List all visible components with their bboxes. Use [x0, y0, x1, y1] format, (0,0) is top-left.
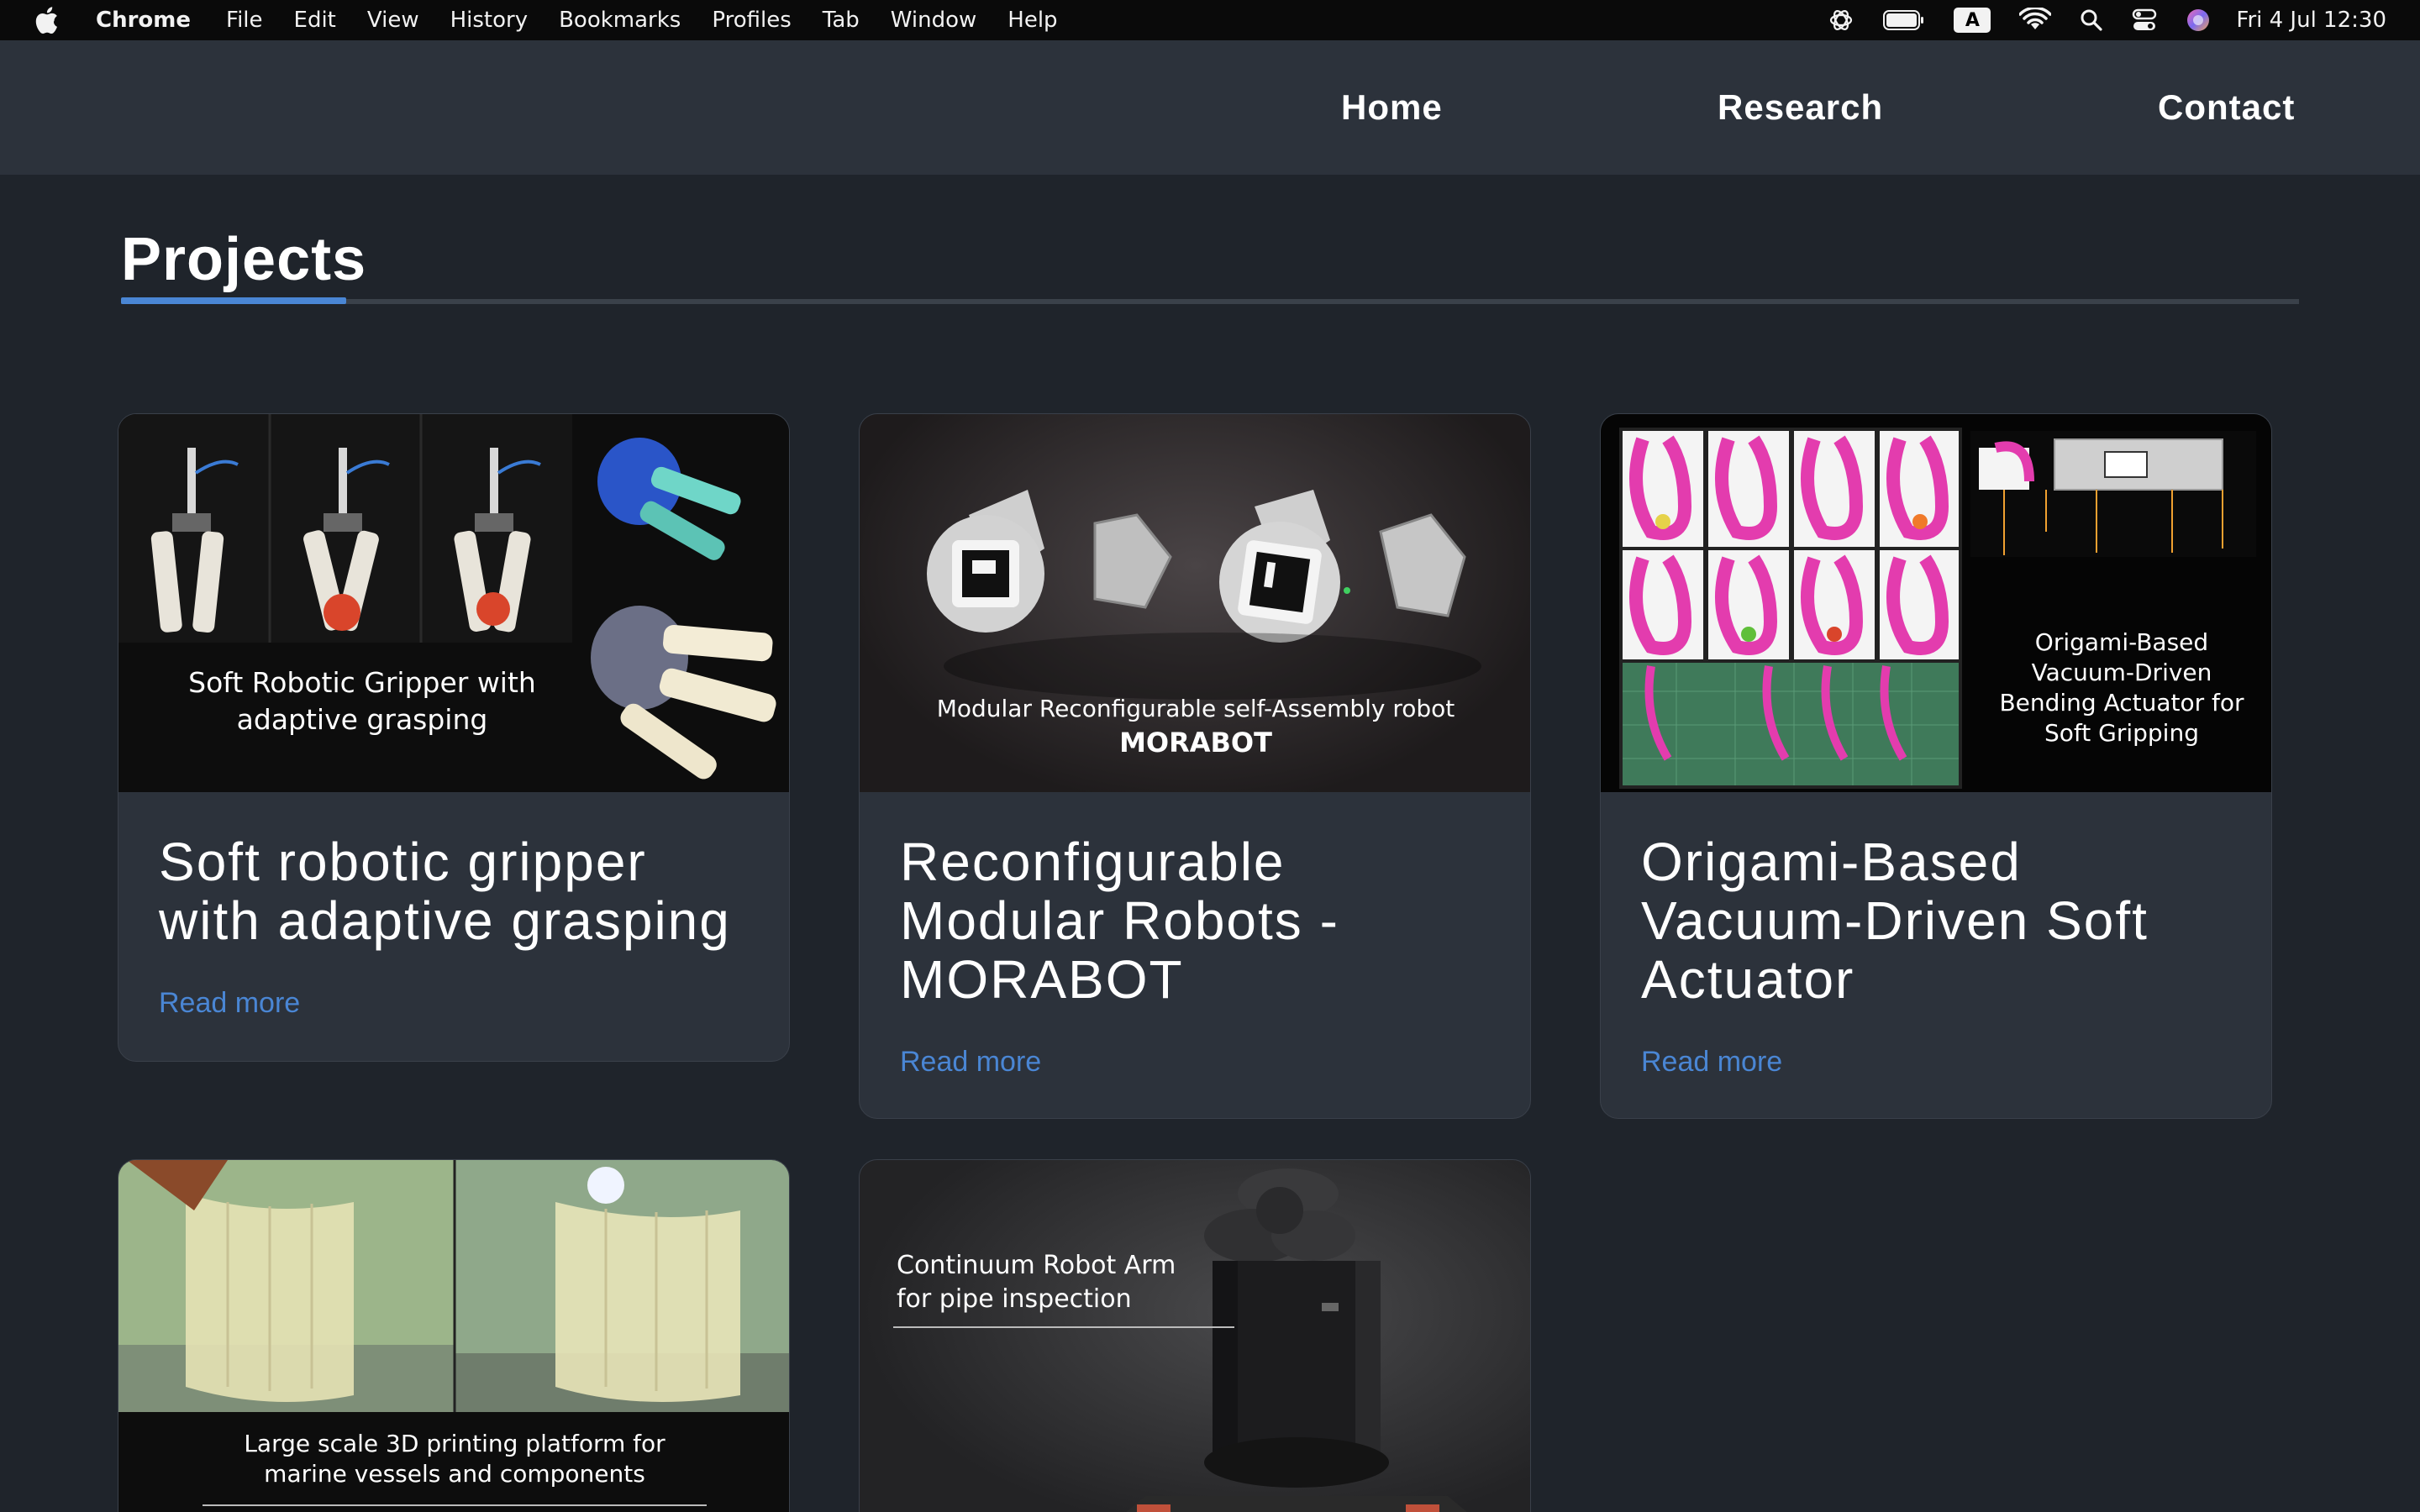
project-card-morabot: Modular Reconfigurable self-Assembly rob… [859, 413, 1531, 1119]
project-card-3d-printing: Large scale 3D printing platform for mar… [118, 1159, 790, 1512]
menu-history[interactable]: History [450, 8, 529, 33]
caption-divider [893, 1326, 1234, 1328]
menu-profiles[interactable]: Profiles [712, 8, 791, 33]
nav-research-link[interactable]: Research [1718, 87, 1883, 128]
card-title: Reconfigurable Modular Robots - MORABOT [900, 832, 1339, 1010]
heading-accent-underline [121, 297, 346, 304]
read-more-link[interactable]: Read more [900, 1046, 1490, 1079]
siri-icon[interactable] [2186, 8, 2211, 33]
project-card-soft-gripper: Soft Robotic Gripper with adaptive grasp… [118, 413, 790, 1062]
control-center-icon[interactable] [2132, 8, 2157, 32]
read-more-link[interactable]: Read more [159, 987, 749, 1020]
heading-divider [121, 299, 2299, 304]
image-caption: Origami-Based Vacuum-Driven Bending Actu… [1999, 628, 2244, 747]
image-caption: Soft Robotic Gripper with adaptive grasp… [188, 666, 536, 736]
nav-contact-link[interactable]: Contact [2158, 87, 2295, 128]
project-image-3d-printing[interactable]: Large scale 3D printing platform for mar… [118, 1160, 789, 1512]
menu-view[interactable]: View [367, 8, 419, 33]
apple-logo-icon[interactable] [34, 6, 59, 34]
read-more-link[interactable]: Read more [1641, 1046, 2231, 1079]
card-body: Reconfigurable Modular Robots - MORABOT … [860, 792, 1530, 1079]
menu-edit[interactable]: Edit [294, 8, 336, 33]
card-title: Soft robotic gripper with adaptive grasp… [159, 832, 731, 951]
project-image-morabot[interactable]: Modular Reconfigurable self-Assembly rob… [860, 414, 1530, 792]
menu-bar-clock[interactable]: Fri 4 Jul 12:30 [2236, 8, 2386, 33]
wifi-icon[interactable] [2019, 8, 2052, 33]
menu-app-name[interactable]: Chrome [96, 8, 191, 33]
page-title: Projects [121, 226, 367, 293]
caption-divider [203, 1504, 707, 1506]
project-image-origami-actuator[interactable]: Origami-Based Vacuum-Driven Bending Actu… [1601, 414, 2271, 792]
card-title: Origami-Based Vacuum-Driven Soft Actuato… [1641, 832, 2149, 1010]
card-body: Origami-Based Vacuum-Driven Soft Actuato… [1601, 792, 2271, 1079]
macos-menu-bar: Chrome File Edit View History Bookmarks … [0, 0, 2420, 40]
nav-home-link[interactable]: Home [1341, 87, 1443, 128]
menu-file[interactable]: File [226, 8, 263, 33]
keyboard-input-icon[interactable]: A [1954, 8, 1991, 33]
project-image-soft-gripper[interactable]: Soft Robotic Gripper with adaptive grasp… [118, 414, 789, 792]
project-card-continuum-robot: Continuum Robot Arm for pipe inspection [859, 1159, 1531, 1512]
menu-bookmarks[interactable]: Bookmarks [559, 8, 681, 33]
project-card-origami-actuator: Origami-Based Vacuum-Driven Bending Actu… [1600, 413, 2272, 1119]
site-navigation: Home Research Contact [0, 40, 2420, 175]
menu-tab[interactable]: Tab [823, 8, 860, 33]
menu-window[interactable]: Window [891, 8, 977, 33]
openai-icon[interactable] [1828, 7, 1854, 34]
image-caption-bold: MORABOT [1119, 727, 1272, 759]
battery-icon[interactable] [1883, 9, 1925, 31]
project-image-continuum-robot[interactable]: Continuum Robot Arm for pipe inspection [860, 1160, 1530, 1512]
image-caption: Modular Reconfigurable self-Assembly rob… [936, 695, 1455, 722]
image-caption: Large scale 3D printing platform for mar… [244, 1430, 666, 1488]
image-caption: Continuum Robot Arm for pipe inspection [897, 1251, 1176, 1314]
card-body: Soft robotic gripper with adaptive grasp… [118, 792, 789, 1020]
menu-help[interactable]: Help [1007, 8, 1057, 33]
menu-bar-status-area: A Fri 4 Jul 12:30 [1799, 0, 2386, 40]
continuum-robot-illustration [1126, 1168, 1467, 1512]
spotlight-search-icon[interactable] [2080, 8, 2103, 32]
